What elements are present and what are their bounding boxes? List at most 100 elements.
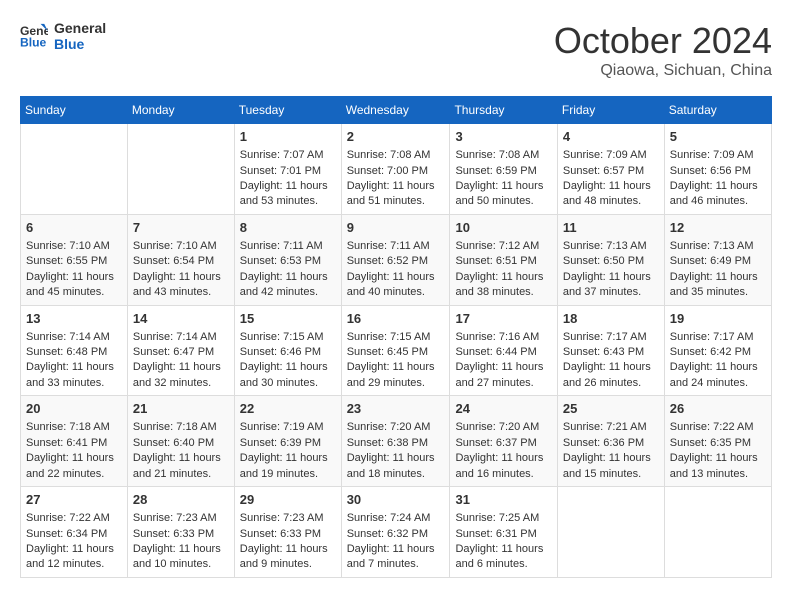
calendar-cell: 21Sunrise: 7:18 AMSunset: 6:40 PMDayligh…: [127, 396, 234, 487]
sunset-text: Sunset: 6:50 PM: [563, 254, 659, 269]
sunrise-text: Sunrise: 7:18 AM: [133, 420, 229, 435]
daylight-text: Daylight: 11 hours and 21 minutes.: [133, 451, 229, 482]
weekday-header-thursday: Thursday: [450, 97, 557, 124]
sunrise-text: Sunrise: 7:12 AM: [455, 239, 551, 254]
sunrise-text: Sunrise: 7:23 AM: [133, 511, 229, 526]
daylight-text: Daylight: 11 hours and 51 minutes.: [347, 179, 445, 210]
sunset-text: Sunset: 6:38 PM: [347, 436, 445, 451]
daylight-text: Daylight: 11 hours and 12 minutes.: [26, 542, 122, 573]
daylight-text: Daylight: 11 hours and 43 minutes.: [133, 270, 229, 301]
daylight-text: Daylight: 11 hours and 7 minutes.: [347, 542, 445, 573]
calendar-cell: 17Sunrise: 7:16 AMSunset: 6:44 PMDayligh…: [450, 305, 557, 396]
daylight-text: Daylight: 11 hours and 35 minutes.: [670, 270, 766, 301]
calendar-cell: 25Sunrise: 7:21 AMSunset: 6:36 PMDayligh…: [557, 396, 664, 487]
weekday-header-tuesday: Tuesday: [234, 97, 341, 124]
daylight-text: Daylight: 11 hours and 37 minutes.: [563, 270, 659, 301]
day-number: 23: [347, 400, 445, 418]
sunset-text: Sunset: 6:32 PM: [347, 527, 445, 542]
weekday-header-wednesday: Wednesday: [341, 97, 450, 124]
day-number: 13: [26, 310, 122, 328]
weekday-header-monday: Monday: [127, 97, 234, 124]
day-number: 6: [26, 219, 122, 237]
sunset-text: Sunset: 6:33 PM: [240, 527, 336, 542]
sunrise-text: Sunrise: 7:07 AM: [240, 148, 336, 163]
sunset-text: Sunset: 6:45 PM: [347, 345, 445, 360]
calendar-cell: [127, 124, 234, 215]
sunset-text: Sunset: 7:01 PM: [240, 164, 336, 179]
day-number: 7: [133, 219, 229, 237]
day-number: 5: [670, 128, 766, 146]
sunset-text: Sunset: 6:46 PM: [240, 345, 336, 360]
day-number: 31: [455, 491, 551, 509]
calendar-cell: 28Sunrise: 7:23 AMSunset: 6:33 PMDayligh…: [127, 487, 234, 578]
calendar-cell: 3Sunrise: 7:08 AMSunset: 6:59 PMDaylight…: [450, 124, 557, 215]
day-number: 17: [455, 310, 551, 328]
sunrise-text: Sunrise: 7:14 AM: [133, 330, 229, 345]
day-number: 11: [563, 219, 659, 237]
sunset-text: Sunset: 6:49 PM: [670, 254, 766, 269]
calendar-cell: 27Sunrise: 7:22 AMSunset: 6:34 PMDayligh…: [21, 487, 128, 578]
logo-icon: General Blue: [20, 22, 48, 50]
daylight-text: Daylight: 11 hours and 26 minutes.: [563, 360, 659, 391]
day-number: 19: [670, 310, 766, 328]
calendar-cell: 18Sunrise: 7:17 AMSunset: 6:43 PMDayligh…: [557, 305, 664, 396]
sunset-text: Sunset: 6:52 PM: [347, 254, 445, 269]
day-number: 14: [133, 310, 229, 328]
sunrise-text: Sunrise: 7:13 AM: [670, 239, 766, 254]
sunrise-text: Sunrise: 7:15 AM: [347, 330, 445, 345]
sunset-text: Sunset: 6:47 PM: [133, 345, 229, 360]
week-row-4: 20Sunrise: 7:18 AMSunset: 6:41 PMDayligh…: [21, 396, 772, 487]
sunrise-text: Sunrise: 7:15 AM: [240, 330, 336, 345]
weekday-header-sunday: Sunday: [21, 97, 128, 124]
calendar-cell: 4Sunrise: 7:09 AMSunset: 6:57 PMDaylight…: [557, 124, 664, 215]
weekday-header-friday: Friday: [557, 97, 664, 124]
day-number: 2: [347, 128, 445, 146]
day-number: 12: [670, 219, 766, 237]
daylight-text: Daylight: 11 hours and 48 minutes.: [563, 179, 659, 210]
day-number: 24: [455, 400, 551, 418]
sunset-text: Sunset: 6:59 PM: [455, 164, 551, 179]
calendar-cell: 11 Sunrise: 7:13 AMSunset: 6:50 PMDayligh…: [557, 214, 664, 305]
day-number: 15: [240, 310, 336, 328]
day-number: 3: [455, 128, 551, 146]
sunrise-text: Sunrise: 7:17 AM: [670, 330, 766, 345]
logo-text-line1: General: [54, 20, 106, 36]
week-row-2: 6Sunrise: 7:10 AMSunset: 6:55 PMDaylight…: [21, 214, 772, 305]
title-block: October 2024 Qiaowa, Sichuan, China: [554, 20, 772, 80]
logo-text-line2: Blue: [54, 36, 106, 52]
day-number: 22: [240, 400, 336, 418]
day-number: 10: [455, 219, 551, 237]
daylight-text: Daylight: 11 hours and 53 minutes.: [240, 179, 336, 210]
daylight-text: Daylight: 11 hours and 6 minutes.: [455, 542, 551, 573]
daylight-text: Daylight: 11 hours and 42 minutes.: [240, 270, 336, 301]
calendar-cell: 16Sunrise: 7:15 AMSunset: 6:45 PMDayligh…: [341, 305, 450, 396]
sunset-text: Sunset: 6:40 PM: [133, 436, 229, 451]
day-number: 9: [347, 219, 445, 237]
calendar-cell: 14Sunrise: 7:14 AMSunset: 6:47 PMDayligh…: [127, 305, 234, 396]
sunrise-text: Sunrise: 7:21 AM: [563, 420, 659, 435]
calendar-cell: [557, 487, 664, 578]
sunset-text: Sunset: 6:48 PM: [26, 345, 122, 360]
daylight-text: Daylight: 11 hours and 22 minutes.: [26, 451, 122, 482]
svg-text:Blue: Blue: [20, 35, 47, 49]
daylight-text: Daylight: 11 hours and 33 minutes.: [26, 360, 122, 391]
page-header: General Blue General Blue October 2024 Q…: [20, 20, 772, 80]
sunset-text: Sunset: 6:44 PM: [455, 345, 551, 360]
sunrise-text: Sunrise: 7:09 AM: [670, 148, 766, 163]
sunrise-text: Sunrise: 7:24 AM: [347, 511, 445, 526]
calendar-cell: 5Sunrise: 7:09 AMSunset: 6:56 PMDaylight…: [664, 124, 771, 215]
calendar-cell: 22Sunrise: 7:19 AMSunset: 6:39 PMDayligh…: [234, 396, 341, 487]
sunrise-text: Sunrise: 7:22 AM: [26, 511, 122, 526]
sunrise-text: Sunrise: 7:13 AM: [563, 239, 659, 254]
calendar-cell: 24Sunrise: 7:20 AMSunset: 6:37 PMDayligh…: [450, 396, 557, 487]
calendar-cell: 7Sunrise: 7:10 AMSunset: 6:54 PMDaylight…: [127, 214, 234, 305]
week-row-3: 13Sunrise: 7:14 AMSunset: 6:48 PMDayligh…: [21, 305, 772, 396]
sunset-text: Sunset: 7:00 PM: [347, 164, 445, 179]
day-number: 20: [26, 400, 122, 418]
calendar-cell: 12 Sunrise: 7:13 AMSunset: 6:49 PMDayligh…: [664, 214, 771, 305]
day-number: 18: [563, 310, 659, 328]
calendar-cell: 6Sunrise: 7:10 AMSunset: 6:55 PMDaylight…: [21, 214, 128, 305]
calendar-cell: 29Sunrise: 7:23 AMSunset: 6:33 PMDayligh…: [234, 487, 341, 578]
sunset-text: Sunset: 6:35 PM: [670, 436, 766, 451]
calendar-cell: 2Sunrise: 7:08 AMSunset: 7:00 PMDaylight…: [341, 124, 450, 215]
